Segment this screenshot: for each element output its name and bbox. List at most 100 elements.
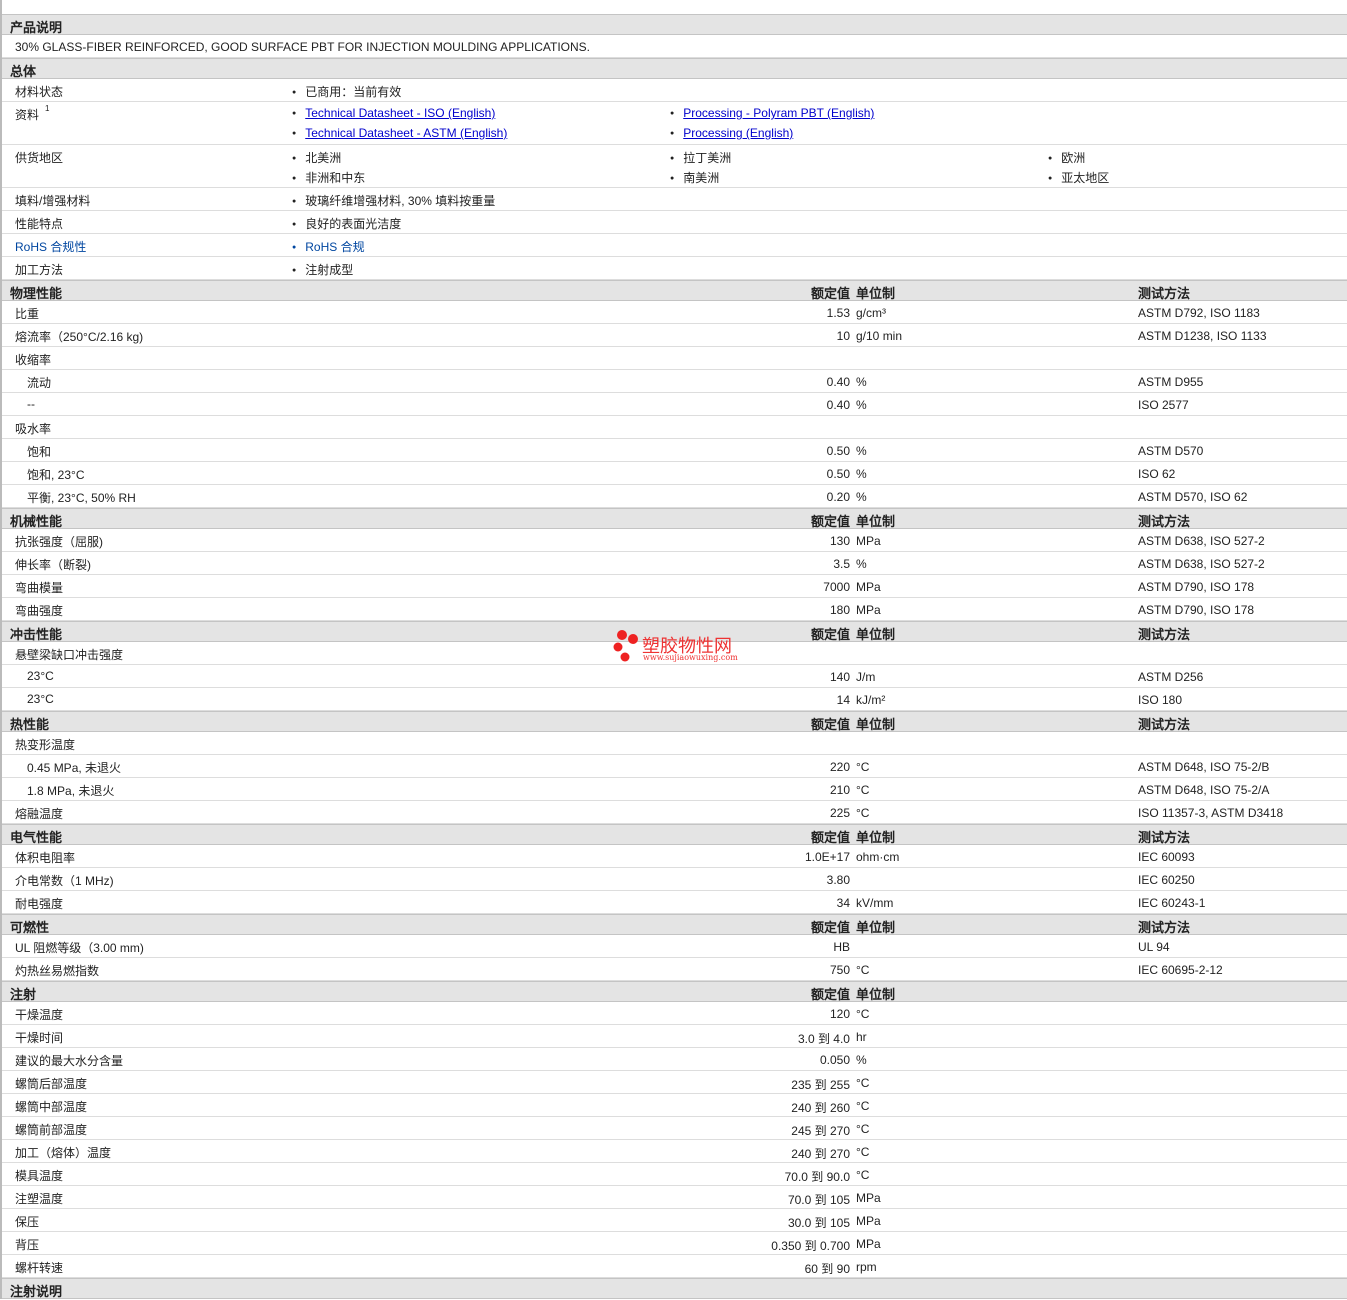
property-label: 熔融温度 xyxy=(15,807,64,821)
method-column-header: 测试方法 xyxy=(1138,514,1191,529)
list-item: 良好的表面光洁度 xyxy=(292,215,401,232)
datasheet-link[interactable]: Processing - Polyram PBT (English) xyxy=(683,106,874,120)
property-label: 建议的最大水分含量 xyxy=(15,1054,124,1068)
property-row: UL 阻燃等级（3.00 mm) HB UL 94 xyxy=(2,935,1347,958)
property-value: 70.0 到 90.0 xyxy=(784,1170,850,1184)
row-label: 资料 xyxy=(15,108,40,122)
list-item-text: RoHS 合规 xyxy=(305,240,365,254)
property-label: 弯曲模量 xyxy=(15,581,64,595)
test-method: ASTM D955 xyxy=(1138,375,1204,389)
section-title: 物理性能 xyxy=(10,286,63,301)
list-item: 亚太地区 xyxy=(1048,169,1109,186)
property-unit: °C xyxy=(856,806,870,820)
property-value: 10 xyxy=(836,329,850,343)
row-label: 填料/增强材料 xyxy=(15,194,91,208)
property-unit: % xyxy=(856,398,867,412)
property-value: 0.50 xyxy=(826,444,850,458)
list-item: 南美洲 xyxy=(670,169,719,186)
property-label: 介电常数（1 MHz) xyxy=(15,874,114,888)
unit-column-header: 单位制 xyxy=(856,286,896,301)
property-unit: kJ/m² xyxy=(856,693,886,707)
list-item-text: 亚太地区 xyxy=(1061,171,1110,185)
datasheet-link[interactable]: Technical Datasheet - ASTM (English) xyxy=(305,126,507,140)
property-row: 热变形温度 xyxy=(2,732,1347,755)
unit-column-header: 单位制 xyxy=(856,987,896,1002)
section-header: 热性能 额定值 单位制 测试方法 xyxy=(2,711,1347,732)
test-method: ASTM D256 xyxy=(1138,670,1204,684)
property-label: 模具温度 xyxy=(15,1169,64,1183)
property-row: 饱和 0.50% ASTM D570 xyxy=(2,439,1347,462)
property-value: 0.20 xyxy=(826,490,850,504)
property-row: 抗张强度（屈服) 130 MPa ASTM D638, ISO 527-2 xyxy=(2,529,1347,552)
property-unit: % xyxy=(856,557,867,571)
property-unit: % xyxy=(856,444,867,458)
test-method: ASTM D570 xyxy=(1138,444,1204,458)
section-title: 产品说明 xyxy=(10,20,63,35)
property-label: 干燥温度 xyxy=(15,1008,64,1022)
product-description: 30% GLASS-FIBER REINFORCED, GOOD SURFACE… xyxy=(2,35,1347,58)
watermark-url: www.sujiaowuxing.com xyxy=(643,653,738,662)
test-method: UL 94 xyxy=(1138,940,1170,954)
list-item-text: 拉丁美洲 xyxy=(683,151,732,165)
property-row: 注塑温度 70.0 到 105 MPa xyxy=(2,1186,1347,1209)
value-column-header: 额定值 xyxy=(810,286,850,301)
test-method: ASTM D638, ISO 527-2 xyxy=(1138,557,1265,571)
general-row: 性能特点 良好的表面光洁度 xyxy=(2,211,1347,234)
list-item-text: 欧洲 xyxy=(1061,151,1086,165)
property-unit: ohm·cm xyxy=(856,850,900,864)
property-value: 0.350 到 0.700 xyxy=(771,1239,850,1253)
watermark-logo: 塑胶物性网 www.sujiaowuxing.com xyxy=(612,630,742,667)
property-value: 0.050 xyxy=(819,1053,850,1067)
test-method: IEC 60243-1 xyxy=(1138,896,1206,910)
property-value: 130 xyxy=(829,534,850,548)
property-value: 235 到 255 xyxy=(791,1078,850,1092)
property-row: 比重 1.53 g/cm³ ASTM D792, ISO 1183 xyxy=(2,301,1347,324)
property-label: 熔流率（250°C/2.16 kg) xyxy=(15,330,144,344)
property-label: 悬壁梁缺口冲击强度 xyxy=(15,648,124,662)
property-unit: °C xyxy=(856,963,870,977)
property-row: 熔融温度 225 °C ISO 11357-3, ASTM D3418 xyxy=(2,801,1347,824)
section-header: 机械性能 额定值 单位制 测试方法 xyxy=(2,508,1347,529)
section-header: 注射说明 xyxy=(2,1278,1347,1299)
property-unit: °C xyxy=(856,1007,870,1021)
property-unit: MPa xyxy=(856,1214,881,1228)
datasheet-link[interactable]: Technical Datasheet - ISO (English) xyxy=(305,106,495,120)
method-column-header: 测试方法 xyxy=(1138,286,1191,301)
property-row: 模具温度 70.0 到 90.0 °C xyxy=(2,1163,1347,1186)
property-label: 饱和, 23°C xyxy=(27,468,85,482)
unit-column-header: 单位制 xyxy=(856,920,896,935)
property-row: 干燥温度 120 °C xyxy=(2,1002,1347,1025)
property-row: 螺筒后部温度 235 到 255 °C xyxy=(2,1071,1347,1094)
property-unit: MPa xyxy=(856,580,881,594)
property-value: 34 xyxy=(836,896,850,910)
value-column-header: 额定值 xyxy=(810,627,850,642)
value-column-header: 额定值 xyxy=(810,514,850,529)
unit-column-header: 单位制 xyxy=(856,627,896,642)
list-item-text: 良好的表面光洁度 xyxy=(305,217,402,231)
row-label: 加工方法 xyxy=(15,263,64,277)
property-value: 245 到 270 xyxy=(791,1124,850,1138)
datasheet-link[interactable]: Processing (English) xyxy=(683,126,793,140)
property-value: 3.5 xyxy=(833,557,850,571)
property-value: 70.0 到 105 xyxy=(787,1193,850,1207)
property-value: 0.40 xyxy=(826,375,850,389)
method-column-header: 测试方法 xyxy=(1138,627,1191,642)
test-method: ASTM D1238, ISO 1133 xyxy=(1138,329,1267,343)
property-label: 收缩率 xyxy=(15,353,52,367)
property-label: 灼热丝易燃指数 xyxy=(15,964,100,978)
property-row: 弯曲强度 180 MPa ASTM D790, ISO 178 xyxy=(2,598,1347,621)
test-method: ISO 62 xyxy=(1138,467,1176,481)
property-row: 耐电强度 34 kV/mm IEC 60243-1 xyxy=(2,891,1347,914)
property-unit: MPa xyxy=(856,1191,881,1205)
property-label: 吸水率 xyxy=(15,422,52,436)
method-column-header: 测试方法 xyxy=(1138,717,1191,732)
property-label: 0.45 MPa, 未退火 xyxy=(27,761,122,775)
section-title: 机械性能 xyxy=(10,514,63,529)
property-label: 加工（熔体）温度 xyxy=(15,1146,112,1160)
property-value: 225 xyxy=(829,806,850,820)
section-header-description: 产品说明 xyxy=(2,14,1347,35)
property-row: 灼热丝易燃指数 750 °C IEC 60695-2-12 xyxy=(2,958,1347,981)
property-row: 弯曲模量 7000 MPa ASTM D790, ISO 178 xyxy=(2,575,1347,598)
property-value: 180 xyxy=(829,603,850,617)
property-unit: °C xyxy=(856,1076,870,1090)
